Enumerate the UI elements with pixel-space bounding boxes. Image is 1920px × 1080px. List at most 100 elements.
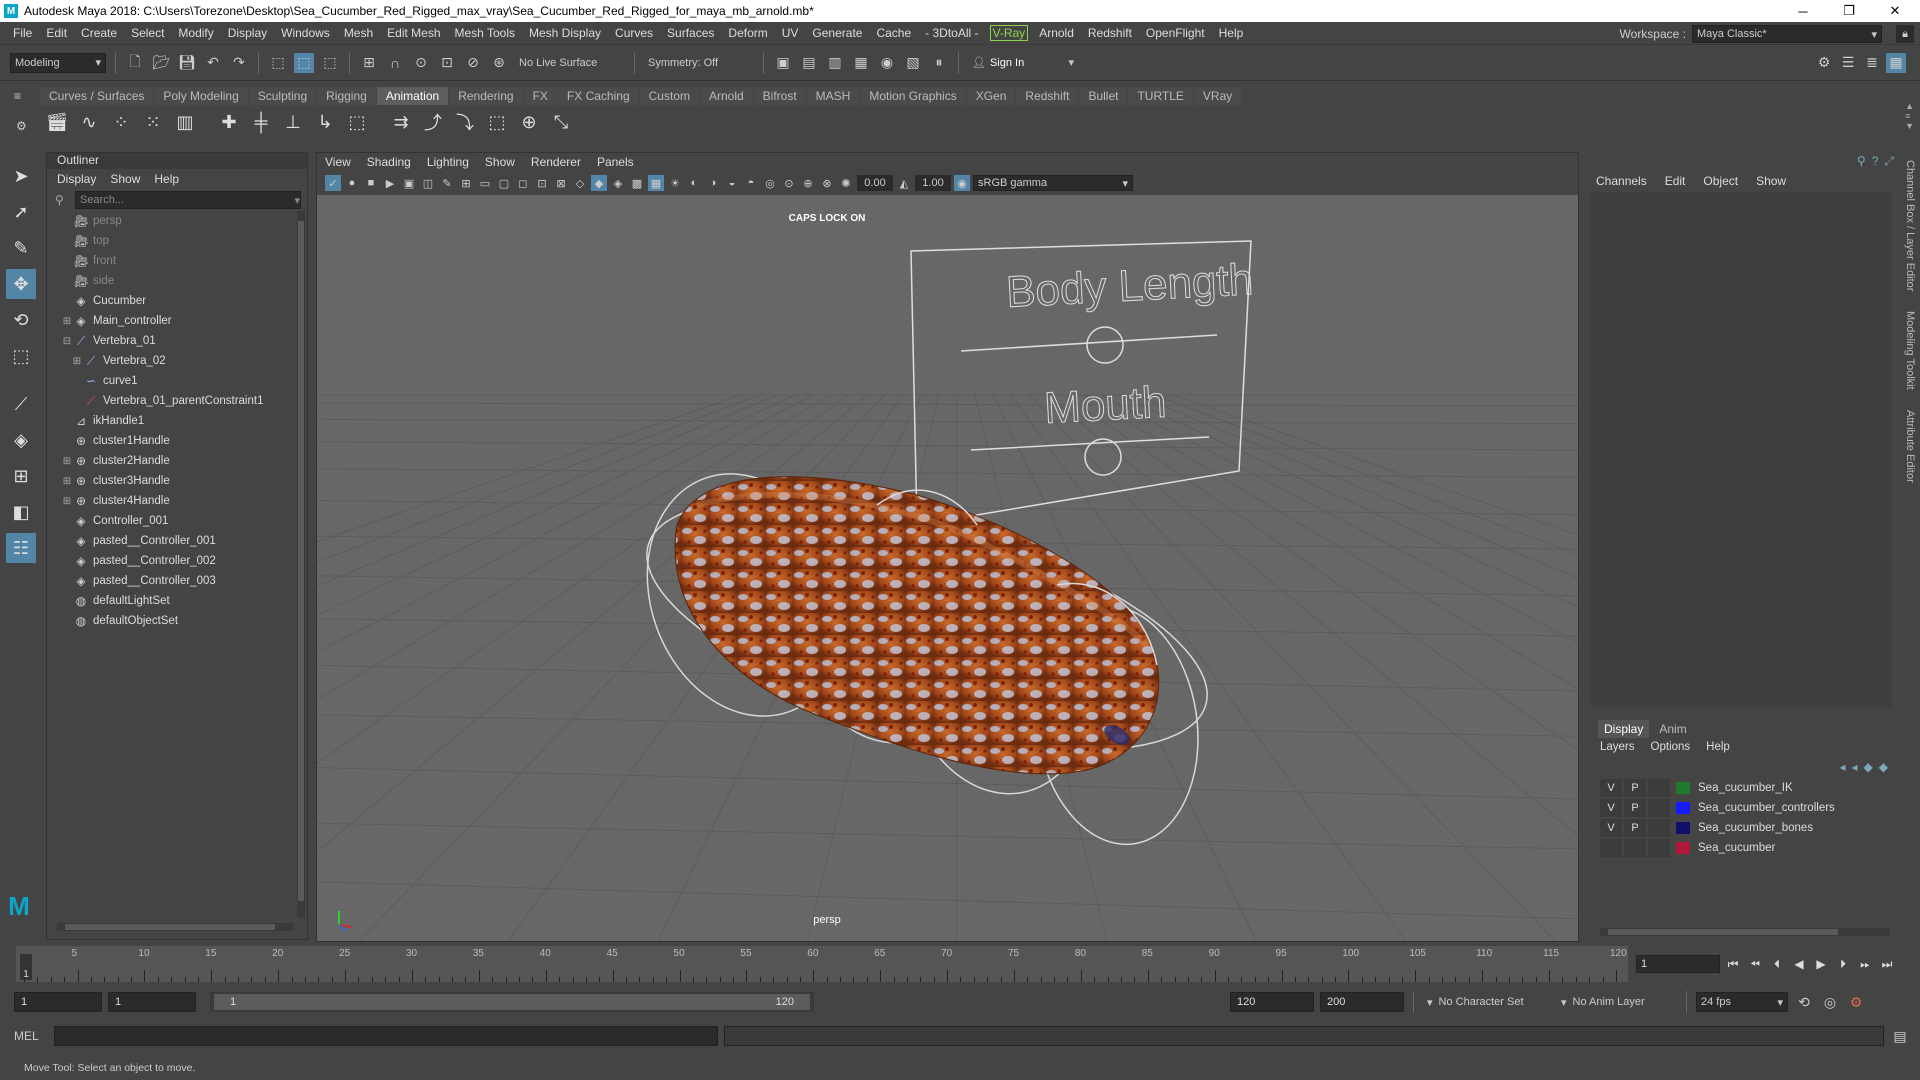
channel-box-menu-edit[interactable]: Edit [1665,174,1686,188]
search-options-icon[interactable]: ⚲ [55,193,64,207]
layer-playback-toggle[interactable] [1624,839,1646,857]
menu-set-dropdown[interactable]: Modeling ▾ [10,52,106,73]
layer-display-type-toggle[interactable] [1648,819,1670,837]
aim-constraint-icon[interactable]: ⊕ [516,109,542,135]
scale-tool-icon[interactable]: ⬚ [6,341,36,371]
pole-vector-icon[interactable]: ⤡ [548,109,574,135]
render-view-icon[interactable]: ▧ [903,53,923,73]
expand-toggle-icon[interactable]: ⊞ [71,356,83,367]
viewport-menu-lighting[interactable]: Lighting [427,155,469,169]
menu-redshift[interactable]: Redshift [1081,26,1139,40]
ik-spline-icon[interactable]: ⁙ [140,109,166,135]
shelf-settings-icon[interactable]: ⚙︎ [16,119,27,133]
reroot-icon[interactable]: ⬚ [344,109,370,135]
layer-editor-tab-anim[interactable]: Anim [1653,720,1692,738]
shelf-tab-sculpting[interactable]: Sculpting [248,87,317,105]
preferences-icon[interactable]: ⚙︎ [1846,992,1866,1012]
render-frame-icon[interactable]: ▣ [773,53,793,73]
viewport-menu-panels[interactable]: Panels [597,155,634,169]
film-gate-icon[interactable]: ▭ [477,175,493,191]
layer-color-swatch[interactable] [1676,782,1690,794]
persp-outliner-icon[interactable]: ◧ [6,497,36,527]
layer-row-sea-cucumber-ik[interactable]: V P Sea_cucumber_IK [1588,778,1900,798]
outliner-layout-icon[interactable]: ☷ [6,533,36,563]
menu-surfaces[interactable]: Surfaces [660,26,721,40]
xray-joints-icon[interactable]: ⊕ [800,175,816,191]
layer-editor-menu-options[interactable]: Options [1651,741,1691,753]
move-layer-up-icon[interactable]: ◂ [1839,760,1845,774]
shelf-tab-custom[interactable]: Custom [639,87,699,105]
menu-help[interactable]: Help [1212,26,1251,40]
animation-start-field[interactable]: 1 [14,992,102,1012]
last-tool-icon[interactable]: ⟋ [6,389,36,419]
outliner-item-vertebra-01[interactable]: ⊟ ⟋ Vertebra_01 [51,331,293,351]
bookmarks-icon[interactable]: ■ [363,175,379,191]
smooth-shade-icon[interactable]: ◆ [591,175,607,191]
render-settings-icon[interactable]: ▦ [851,53,871,73]
menu-mesh-tools[interactable]: Mesh Tools [448,26,522,40]
layer-editor-menu-layers[interactable]: Layers [1600,741,1635,753]
viewport-menu-renderer[interactable]: Renderer [531,155,581,169]
new-layer-selected-icon[interactable]: ◆ [1879,760,1888,774]
lock-camera-icon[interactable]: ● [344,175,360,191]
viewport-menu-view[interactable]: View [325,155,351,169]
shelf-tab-curves-surfaces[interactable]: Curves / Surfaces [40,87,154,105]
workspace-dropdown[interactable]: Maya Classic* ▾ [1692,25,1882,43]
rotate-tool-icon[interactable]: ⟲ [6,305,36,335]
undo-icon[interactable]: ↶ [203,53,223,73]
shelf-tab-mash[interactable]: MASH [806,87,860,105]
layer-playback-toggle[interactable]: P [1624,779,1646,797]
go-to-end-icon[interactable]: ⏭︎ [1878,955,1896,973]
expand-toggle-icon[interactable]: ⊞ [61,496,73,507]
snap-surface-icon[interactable]: ⊘ [463,53,483,73]
sign-in-button[interactable]: 👤︎ Sign In ▾ [968,52,1078,73]
layer-playback-toggle[interactable]: P [1624,819,1646,837]
paint-select-icon[interactable]: ✎ [6,233,36,263]
channel-box-menu-object[interactable]: Object [1703,174,1738,188]
layer-visibility-toggle[interactable]: V [1600,799,1622,817]
outliner-item-main-controller[interactable]: ⊞ ◈ Main_controller [51,311,293,331]
gamma-icon[interactable]: ◭ [896,175,912,191]
ambient-occlusion-icon[interactable]: ◐ [686,175,702,191]
view-transform-dropdown[interactable]: sRGB gamma ▾ [973,175,1133,191]
play-forward-icon[interactable]: ▶ [1812,955,1830,973]
expand-toggle-icon[interactable]: ⊞ [61,316,73,327]
anti-aliasing-icon[interactable]: ◒ [724,175,740,191]
menu-uv[interactable]: UV [775,26,806,40]
layer-color-swatch[interactable] [1676,822,1690,834]
select-hierarchy-icon[interactable]: ⬚ [268,53,288,73]
anim-layer-dropdown[interactable]: ▾ No Anim Layer [1557,992,1677,1012]
minimize-button[interactable]: ─ [1780,0,1826,22]
select-component-icon[interactable]: ⬚ [320,53,340,73]
use-all-lights-icon[interactable]: ▦ [648,175,664,191]
step-back-key-icon[interactable]: ⏴︎ [1768,955,1786,973]
shelf-tab-xgen[interactable]: XGen [966,87,1016,105]
image-plane-icon[interactable]: ▣ [401,175,417,191]
menu-modify[interactable]: Modify [171,26,220,40]
layer-row-sea-cucumber[interactable]: Sea_cucumber [1588,838,1900,858]
layer-editor-tab-display[interactable]: Display [1598,720,1650,738]
select-tool-icon[interactable]: ➤ [6,161,36,191]
symmetry-dropdown[interactable]: Symmetry: Off [644,52,754,73]
motion-blur-icon[interactable]: ◑ [705,175,721,191]
shelf-tab-arnold[interactable]: Arnold [699,87,753,105]
shelf-tab-motion-graphics[interactable]: Motion Graphics [860,87,966,105]
move-layer-down-icon[interactable]: ◂ [1852,760,1858,774]
outliner-item-defaultobjectset[interactable]: ◍ defaultObjectSet [51,611,293,631]
menu-create[interactable]: Create [74,26,124,40]
pause-icon[interactable]: ⏸︎ [929,53,949,73]
menu-mesh-display[interactable]: Mesh Display [522,26,608,40]
shelf-tab-fx[interactable]: FX [523,87,557,105]
outliner-item-cucumber[interactable]: ◈ Cucumber [51,291,293,311]
outliner-menu-show[interactable]: Show [110,172,140,186]
menu-openflight[interactable]: OpenFlight [1139,26,1212,40]
menu-edit[interactable]: Edit [39,26,74,40]
select-camera-icon[interactable]: ✓ [325,175,341,191]
menu-deform[interactable]: Deform [721,26,774,40]
layer-color-swatch[interactable] [1676,802,1690,814]
shelf-tab-bullet[interactable]: Bullet [1079,87,1128,105]
playback-start-field[interactable]: 1 [108,992,196,1012]
step-forward-icon[interactable]: ⏩︎ [1856,955,1874,973]
save-scene-icon[interactable]: 💾︎ [177,53,197,73]
outliner-item-pasted-controller-001[interactable]: ◈ pasted__Controller_001 [51,531,293,551]
